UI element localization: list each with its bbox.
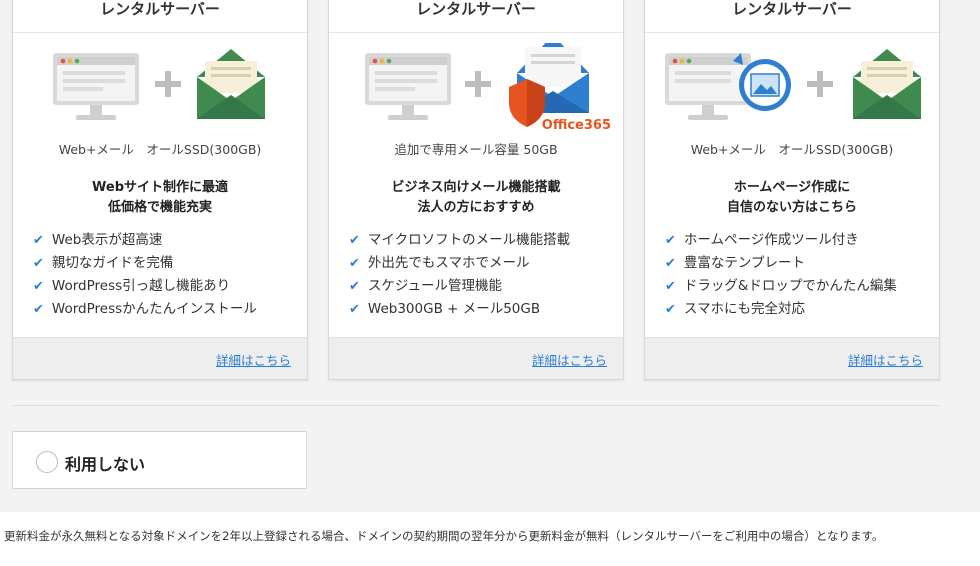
section-divider (12, 405, 940, 406)
card-title: レンタルサーバー (329, 0, 623, 33)
no-use-option[interactable]: 利用しない (12, 431, 307, 489)
checkmark-icon: ✔ (349, 256, 360, 271)
catch-line-2: 自信のない方はこちら (726, 200, 857, 215)
checkmark-icon: ✔ (349, 233, 360, 248)
feature-item: ✔ 外出先でもスマホでメール (349, 255, 530, 271)
checkmark-icon: ✔ (665, 256, 676, 271)
checkmark-icon: ✔ (33, 279, 44, 294)
feature-item: ✔ スケジュール管理機能 (349, 278, 502, 294)
card-illustration (329, 35, 623, 129)
monitor-icon (665, 53, 751, 120)
plus-icon (807, 71, 833, 97)
card-footer: 詳細はこちら (13, 337, 307, 379)
catch-line-1: ホームページ作成に (733, 180, 851, 195)
plus-icon (155, 71, 181, 97)
feature-list: ✔ Web表示が超高速 ✔ 親切なガイドを完備 ✔ WordPress引っ越し機能あり… (33, 229, 257, 321)
checkmark-icon: ✔ (665, 233, 676, 248)
catch-line-2: 法人の方におすすめ (417, 200, 535, 215)
feature-item: ✔ 豊富なテンプレート (665, 255, 806, 271)
plus-icon (465, 71, 491, 97)
plan-panel: レンタルサーバー Web+メール オールSSD(300GB) Webサイト制作に… (0, 0, 968, 512)
checkmark-icon: ✔ (665, 302, 676, 317)
checkmark-icon: ✔ (33, 256, 44, 271)
feature-item: ✔ ドラッグ&ドロップでかんたん編集 (665, 278, 897, 294)
feature-item: ✔ WordPressかんたんインストール (33, 301, 257, 317)
checkmark-icon: ✔ (665, 279, 676, 294)
catch-line-1: ビジネス向けメール機能搭載 (391, 180, 561, 195)
plan-card-2[interactable]: レンタルサーバー Office365 追加で専用メール容量 50GB ビジネス向… (328, 0, 624, 380)
feature-list: ✔ ホームページ作成ツール付き ✔ 豊富なテンプレート ✔ ドラッグ&ドロップでかんた… (665, 229, 897, 321)
card-title: レンタルサーバー (13, 0, 307, 33)
card-title: レンタルサーバー (645, 0, 939, 33)
feature-item: ✔ マイクロソフトのメール機能搭載 (349, 232, 571, 248)
details-link[interactable]: 詳細はこちら (532, 350, 607, 369)
renewal-note: 更新料金が永久無料となる対象ドメインを2年以上登録される場合、ドメインの契約期間… (0, 512, 980, 566)
feature-item: ✔ 親切なガイドを完備 (33, 255, 174, 271)
card-footer: 詳細はこちら (329, 337, 623, 379)
details-link[interactable]: 詳細はこちら (848, 350, 923, 369)
feature-item: ✔ WordPress引っ越し機能あり (33, 278, 231, 294)
radio-button[interactable] (36, 451, 58, 473)
plan-card-3[interactable]: レンタルサーバー Web+メール オールSSD(300GB) ホームページ作成に… (644, 0, 940, 380)
card-footer: 詳細はこちら (645, 337, 939, 379)
plan-card-1[interactable]: レンタルサーバー Web+メール オールSSD(300GB) Webサイト制作に… (12, 0, 308, 380)
catch-line-2: 低価格で機能充実 (107, 200, 212, 215)
office365-badge: Office365 (541, 118, 611, 133)
card-spec: 追加で専用メール容量 50GB (394, 142, 558, 157)
feature-item: ✔ Web表示が超高速 (33, 232, 163, 248)
monitor-icon (365, 53, 451, 120)
checkmark-icon: ✔ (349, 302, 360, 317)
details-link[interactable]: 詳細はこちら (216, 350, 291, 369)
card-catchphrase: Webサイト制作に最適 低価格で機能充実 (13, 178, 307, 218)
checkmark-icon: ✔ (33, 233, 44, 248)
card-illustration (645, 43, 939, 129)
catch-line-1: Webサイト制作に最適 (92, 180, 228, 195)
envelope-icon (197, 49, 265, 119)
shield-icon (509, 79, 545, 127)
card-catchphrase: ホームページ作成に 自信のない方はこちら (645, 178, 939, 218)
card-spec: Web+メール オールSSD(300GB) (58, 142, 262, 157)
card-spec: Web+メール オールSSD(300GB) (690, 142, 894, 157)
feature-list: ✔ マイクロソフトのメール機能搭載 ✔ 外出先でもスマホでメール ✔ スケジュール管理… (349, 229, 570, 321)
envelope-icon (853, 49, 921, 119)
feature-item: ✔ ホームページ作成ツール付き (665, 232, 859, 248)
no-use-label: 利用しない (65, 455, 146, 474)
card-catchphrase: ビジネス向けメール機能搭載 法人の方におすすめ (329, 178, 623, 218)
feature-item: ✔ スマホにも完全対応 (665, 301, 806, 317)
feature-item: ✔ Web300GB + メール50GB (349, 301, 541, 317)
checkmark-icon: ✔ (33, 302, 44, 317)
checkmark-icon: ✔ (349, 279, 360, 294)
card-illustration (13, 43, 307, 129)
monitor-icon (53, 53, 139, 120)
